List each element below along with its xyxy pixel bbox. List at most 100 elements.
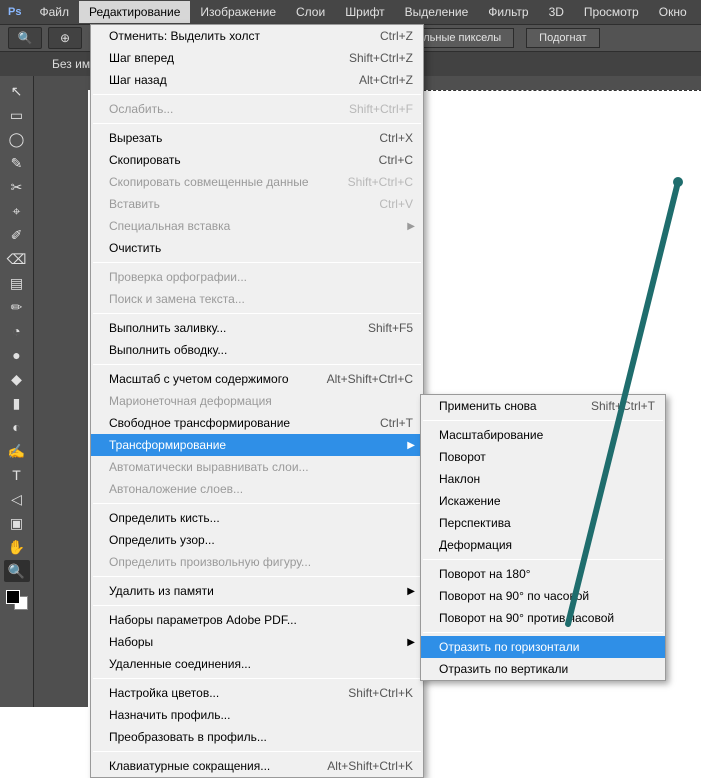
edit-menu-separator [93,94,421,95]
transform-submenu-item[interactable]: Искажение [421,490,665,512]
transform-submenu-item[interactable]: Масштабирование [421,424,665,446]
edit-menu-item[interactable]: Назначить профиль... [91,704,423,726]
menubar-item-5[interactable]: Выделение [395,1,479,23]
transform-submenu-item[interactable]: Поворот [421,446,665,468]
tool-15[interactable]: ✍ [4,440,30,462]
transform-submenu-item-shortcut: Shift+Ctrl+T [591,399,655,413]
transform-submenu-separator [423,632,663,633]
edit-menu-item: Автоматически выравнивать слои... [91,456,423,478]
edit-menu-item: Специальная вставка▶ [91,215,423,237]
transform-submenu-item-label: Наклон [439,472,655,486]
edit-menu-item-label: Очистить [109,241,413,255]
tool-19[interactable]: ✋ [4,536,30,558]
edit-menu-item[interactable]: Отменить: Выделить холстCtrl+Z [91,25,423,47]
tool-6[interactable]: ✐ [4,224,30,246]
edit-menu-item[interactable]: Шаг впередShift+Ctrl+Z [91,47,423,69]
edit-menu-item[interactable]: СкопироватьCtrl+C [91,149,423,171]
transform-submenu-item[interactable]: Поворот на 90° по часовой [421,585,665,607]
edit-menu-item[interactable]: Преобразовать в профиль... [91,726,423,748]
submenu-arrow-icon: ▶ [407,221,415,232]
edit-menu-item-shortcut: Ctrl+Z [380,29,413,43]
transform-submenu-item-label: Применить снова [439,399,591,413]
edit-menu-item[interactable]: ВырезатьCtrl+X [91,127,423,149]
edit-menu-separator [93,313,421,314]
tool-10[interactable]: ◔ [4,320,30,342]
edit-menu-item[interactable]: Наборы параметров Adobe PDF... [91,609,423,631]
menubar-item-0[interactable]: Файл [29,1,79,23]
edit-menu-item[interactable]: Выполнить обводку... [91,339,423,361]
tool-12[interactable]: ◆ [4,368,30,390]
tool-9[interactable]: ✏ [4,296,30,318]
tool-20[interactable]: 🔍 [4,560,30,582]
transform-submenu-item[interactable]: Поворот на 180° [421,563,665,585]
edit-menu-item[interactable]: Клавиатурные сокращения...Alt+Shift+Ctrl… [91,755,423,777]
fit-screen-button[interactable]: Подогнат [526,28,599,48]
menubar-item-8[interactable]: Просмотр [574,1,649,23]
tool-13[interactable]: ▮ [4,392,30,414]
tool-0[interactable]: ↖ [4,80,30,102]
edit-menu-item-shortcut: Ctrl+V [379,197,413,211]
edit-menu-separator [93,678,421,679]
edit-menu-item[interactable]: Трансформирование▶ [91,434,423,456]
menubar-item-1[interactable]: Редактирование [79,1,190,23]
transform-submenu-item-label: Поворот на 90° по часовой [439,589,655,603]
edit-menu-item[interactable]: Удалить из памяти▶ [91,580,423,602]
edit-menu-item[interactable]: Настройка цветов...Shift+Ctrl+K [91,682,423,704]
menubar-item-7[interactable]: 3D [539,1,574,23]
transform-submenu-item[interactable]: Поворот на 90° против часовой [421,607,665,629]
edit-menu-item-shortcut: Shift+Ctrl+C [348,175,413,189]
transform-submenu-item[interactable]: Перспектива [421,512,665,534]
edit-menu-item-label: Поиск и замена текста... [109,292,413,306]
edit-menu-item[interactable]: Удаленные соединения... [91,653,423,675]
submenu-arrow-icon: ▶ [407,637,415,648]
tool-17[interactable]: ◁ [4,488,30,510]
tool-18[interactable]: ▣ [4,512,30,534]
color-swatch[interactable] [4,590,30,610]
menubar-item-3[interactable]: Слои [286,1,335,23]
menubar-item-2[interactable]: Изображение [190,1,286,23]
edit-menu-item[interactable]: Наборы▶ [91,631,423,653]
edit-menu-item[interactable]: Определить узор... [91,529,423,551]
transform-submenu-item-label: Отразить по горизонтали [439,640,655,654]
transform-submenu-item[interactable]: Применить сноваShift+Ctrl+T [421,395,665,417]
edit-menu-item: ВставитьCtrl+V [91,193,423,215]
app-logo: Ps [8,3,21,21]
edit-menu-item[interactable]: Очистить [91,237,423,259]
tool-3[interactable]: ✎ [4,152,30,174]
zoom-tool-icon[interactable]: 🔍 [8,27,42,49]
zoom-in-icon[interactable]: ⊕ [48,27,82,49]
tool-11[interactable]: ● [4,344,30,366]
edit-menu-separator [93,751,421,752]
transform-submenu-item[interactable]: Отразить по вертикали [421,658,665,680]
edit-menu-item[interactable]: Свободное трансформированиеCtrl+T [91,412,423,434]
edit-menu-item[interactable]: Выполнить заливку...Shift+F5 [91,317,423,339]
edit-menu-item[interactable]: Определить кисть... [91,507,423,529]
transform-submenu-item[interactable]: Деформация [421,534,665,556]
tool-8[interactable]: ▤ [4,272,30,294]
menubar-item-4[interactable]: Шрифт [335,1,394,23]
submenu-arrow-icon: ▶ [407,440,415,451]
menubar-item-9[interactable]: Окно [649,1,697,23]
tool-16[interactable]: T [4,464,30,486]
transform-submenu-item[interactable]: Наклон [421,468,665,490]
edit-menu-item-label: Скопировать [109,153,359,167]
tool-1[interactable]: ▭ [4,104,30,126]
transform-submenu-item-label: Искажение [439,494,655,508]
edit-menu-separator [93,503,421,504]
tool-4[interactable]: ✂ [4,176,30,198]
transform-submenu-separator [423,559,663,560]
transform-submenu: Применить сноваShift+Ctrl+T Масштабирован… [420,394,666,681]
tool-2[interactable]: ◯ [4,128,30,150]
transform-submenu-item[interactable]: Отразить по горизонтали [421,636,665,658]
transform-submenu-item-label: Деформация [439,538,655,552]
menubar-item-10[interactable]: Сп [697,1,701,23]
tool-14[interactable]: ◐ [4,416,30,438]
tool-7[interactable]: ⌫ [4,248,30,270]
edit-menu-item-label: Назначить профиль... [109,708,413,722]
menubar-item-6[interactable]: Фильтр [478,1,538,23]
menubar: Ps ФайлРедактированиеИзображениеСлоиШриф… [0,0,701,24]
edit-menu-item[interactable]: Шаг назадAlt+Ctrl+Z [91,69,423,91]
edit-menu-item[interactable]: Масштаб с учетом содержимогоAlt+Shift+Ct… [91,368,423,390]
tool-5[interactable]: ⌖ [4,200,30,222]
submenu-arrow-icon: ▶ [407,586,415,597]
